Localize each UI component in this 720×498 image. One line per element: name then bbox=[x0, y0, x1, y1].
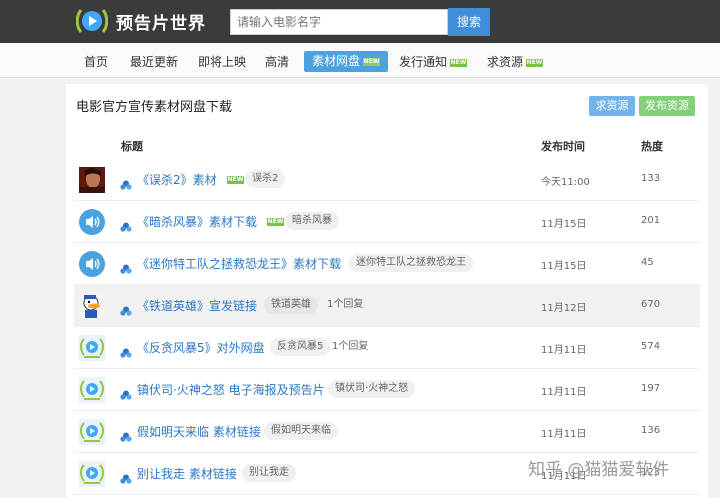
nav-label: 素材网盘 bbox=[312, 54, 361, 68]
resource-title-link[interactable]: 别让我走 素材链接 bbox=[137, 465, 237, 482]
resource-title-link[interactable]: 假如明天来临 素材链接 bbox=[137, 423, 261, 440]
site-logo-thumbnail[interactable] bbox=[79, 335, 105, 361]
nav-recent-updates[interactable]: 最近更新 bbox=[130, 52, 178, 72]
search-input[interactable] bbox=[230, 9, 448, 35]
cloud-drive-icon bbox=[120, 259, 132, 274]
table-row[interactable]: 《暗杀风暴》素材下载 NEW 暗杀风暴 11月15日 201 bbox=[74, 201, 700, 243]
publish-date: 11月12日 bbox=[541, 303, 587, 314]
table-header: 标题 发布时间 热度 bbox=[66, 134, 708, 156]
publish-date: 今天11:00 bbox=[541, 177, 590, 188]
play-logo-icon bbox=[76, 6, 108, 36]
cloud-drive-icon bbox=[120, 175, 132, 190]
nav-home[interactable]: 首页 bbox=[84, 52, 108, 72]
cloud-drive-icon bbox=[120, 301, 132, 316]
new-badge: NEW bbox=[526, 58, 544, 67]
new-badge: NEW bbox=[267, 218, 284, 226]
heat-count: 201 bbox=[641, 215, 661, 226]
speaker-avatar-icon[interactable] bbox=[79, 251, 105, 277]
publish-date: 11月11日 bbox=[541, 345, 587, 356]
heat-count: 197 bbox=[641, 383, 661, 394]
nav-label: 高清 bbox=[265, 55, 290, 69]
heat-count: 574 bbox=[641, 341, 661, 352]
reply-count[interactable]: 1个回复 bbox=[332, 338, 368, 356]
column-title: 标题 bbox=[121, 140, 143, 153]
reply-count[interactable]: 1个回复 bbox=[327, 296, 363, 314]
table-row[interactable]: 假如明天来临 素材链接 假如明天来临 11月11日 136 bbox=[74, 411, 700, 453]
top-bar: 预告片世界 搜索 bbox=[0, 0, 720, 43]
resource-title-link[interactable]: 镇伏司·火神之怒 电子海报及预告片 bbox=[137, 381, 325, 398]
resource-title-link[interactable]: 《迷你特工队之拯救恐龙王》素材下载 bbox=[137, 255, 341, 272]
column-heat: 热度 bbox=[641, 140, 663, 153]
new-badge: NEW bbox=[363, 57, 381, 66]
nav-label: 即将上映 bbox=[198, 55, 247, 69]
site-logo[interactable]: 预告片世界 bbox=[76, 6, 206, 36]
watermark: 知乎 @猫猫爱软件 bbox=[528, 460, 670, 480]
cloud-drive-icon bbox=[120, 469, 132, 484]
movie-tag[interactable]: 暗杀风暴 bbox=[285, 212, 339, 230]
movie-tag[interactable]: 迷你特工队之拯救恐龙王 bbox=[349, 254, 473, 272]
page-title: 电影官方宣传素材网盘下载 bbox=[76, 100, 233, 115]
movie-tag[interactable]: 别让我走 bbox=[242, 464, 296, 482]
heat-count: 133 bbox=[641, 173, 661, 184]
new-badge: NEW bbox=[450, 58, 468, 67]
site-logo-thumbnail[interactable] bbox=[79, 377, 105, 403]
publish-date: 11月11日 bbox=[541, 387, 587, 398]
nav-release-notice[interactable]: 发行通知 NEW bbox=[399, 52, 468, 72]
resource-title-link[interactable]: 《反贪风暴5》对外网盘 bbox=[137, 339, 265, 356]
resource-title-link[interactable]: 《铁道英雄》宣发链接 bbox=[137, 297, 257, 314]
table-row[interactable]: 《铁道英雄》宣发链接 铁道英雄 1个回复 11月12日 670 bbox=[74, 285, 700, 327]
site-logo-thumbnail[interactable] bbox=[79, 461, 105, 487]
movie-tag[interactable]: 反贪风暴5 bbox=[270, 338, 331, 356]
publish-date: 11月15日 bbox=[541, 219, 587, 230]
movie-tag[interactable]: 误杀2 bbox=[245, 170, 286, 188]
publish-date: 11月11日 bbox=[541, 429, 587, 440]
movie-tag[interactable]: 假如明天来临 bbox=[264, 422, 338, 440]
table-row[interactable]: 《反贪风暴5》对外网盘 反贪风暴5 1个回复 11月11日 574 bbox=[74, 327, 700, 369]
site-logo-thumbnail[interactable] bbox=[79, 419, 105, 445]
search-button[interactable]: 搜索 bbox=[448, 8, 490, 36]
table-row[interactable]: 《迷你特工队之拯救恐龙王》素材下载 迷你特工队之拯救恐龙王 11月15日 45 bbox=[74, 243, 700, 285]
cloud-drive-icon bbox=[120, 385, 132, 400]
nav-hd[interactable]: 高清 bbox=[265, 52, 289, 72]
resource-title-link[interactable]: 《误杀2》素材 bbox=[137, 171, 217, 188]
nav-label: 首页 bbox=[84, 55, 109, 69]
nav-label: 求资源 bbox=[487, 55, 524, 69]
heat-count: 45 bbox=[641, 257, 654, 268]
table-row[interactable]: 《误杀2》素材 NEW 误杀2 今天11:00 133 bbox=[74, 159, 700, 201]
speaker-avatar-icon[interactable] bbox=[79, 209, 105, 235]
cloud-drive-icon bbox=[120, 427, 132, 442]
heat-count: 136 bbox=[641, 425, 661, 436]
movie-tag[interactable]: 镇伏司·火神之怒 bbox=[328, 380, 416, 398]
heat-count: 670 bbox=[641, 299, 661, 310]
movie-tag[interactable]: 铁道英雄 bbox=[264, 296, 318, 314]
content-panel: 电影官方宣传素材网盘下载 求资源 发布资源 标题 发布时间 热度 《误杀2》素材… bbox=[66, 84, 708, 498]
cloud-drive-icon bbox=[120, 343, 132, 358]
duck-avatar-icon[interactable] bbox=[79, 293, 105, 319]
nav-label: 发行通知 bbox=[399, 55, 448, 69]
resource-title-link[interactable]: 《暗杀风暴》素材下载 bbox=[137, 213, 257, 230]
table-row[interactable]: 镇伏司·火神之怒 电子海报及预告片 镇伏司·火神之怒 11月11日 197 bbox=[74, 369, 700, 411]
poster-thumbnail[interactable] bbox=[79, 167, 105, 193]
cloud-drive-icon bbox=[120, 217, 132, 232]
nav-material-drive[interactable]: 素材网盘 NEW bbox=[304, 51, 389, 72]
site-name: 预告片世界 bbox=[116, 13, 206, 34]
nav-coming-soon[interactable]: 即将上映 bbox=[198, 52, 246, 72]
nav-label: 最近更新 bbox=[130, 55, 179, 69]
nav-request-resources[interactable]: 求资源 NEW bbox=[487, 52, 544, 72]
publish-date: 11月15日 bbox=[541, 261, 587, 272]
main-nav: 首页 最近更新 即将上映 高清 素材网盘 NEW 发行通知 NEW 求资源 NEW bbox=[0, 43, 720, 78]
column-date: 发布时间 bbox=[541, 140, 585, 153]
ask-resource-button[interactable]: 求资源 bbox=[589, 96, 635, 116]
new-badge: NEW bbox=[227, 176, 244, 184]
post-resource-button[interactable]: 发布资源 bbox=[639, 96, 695, 116]
